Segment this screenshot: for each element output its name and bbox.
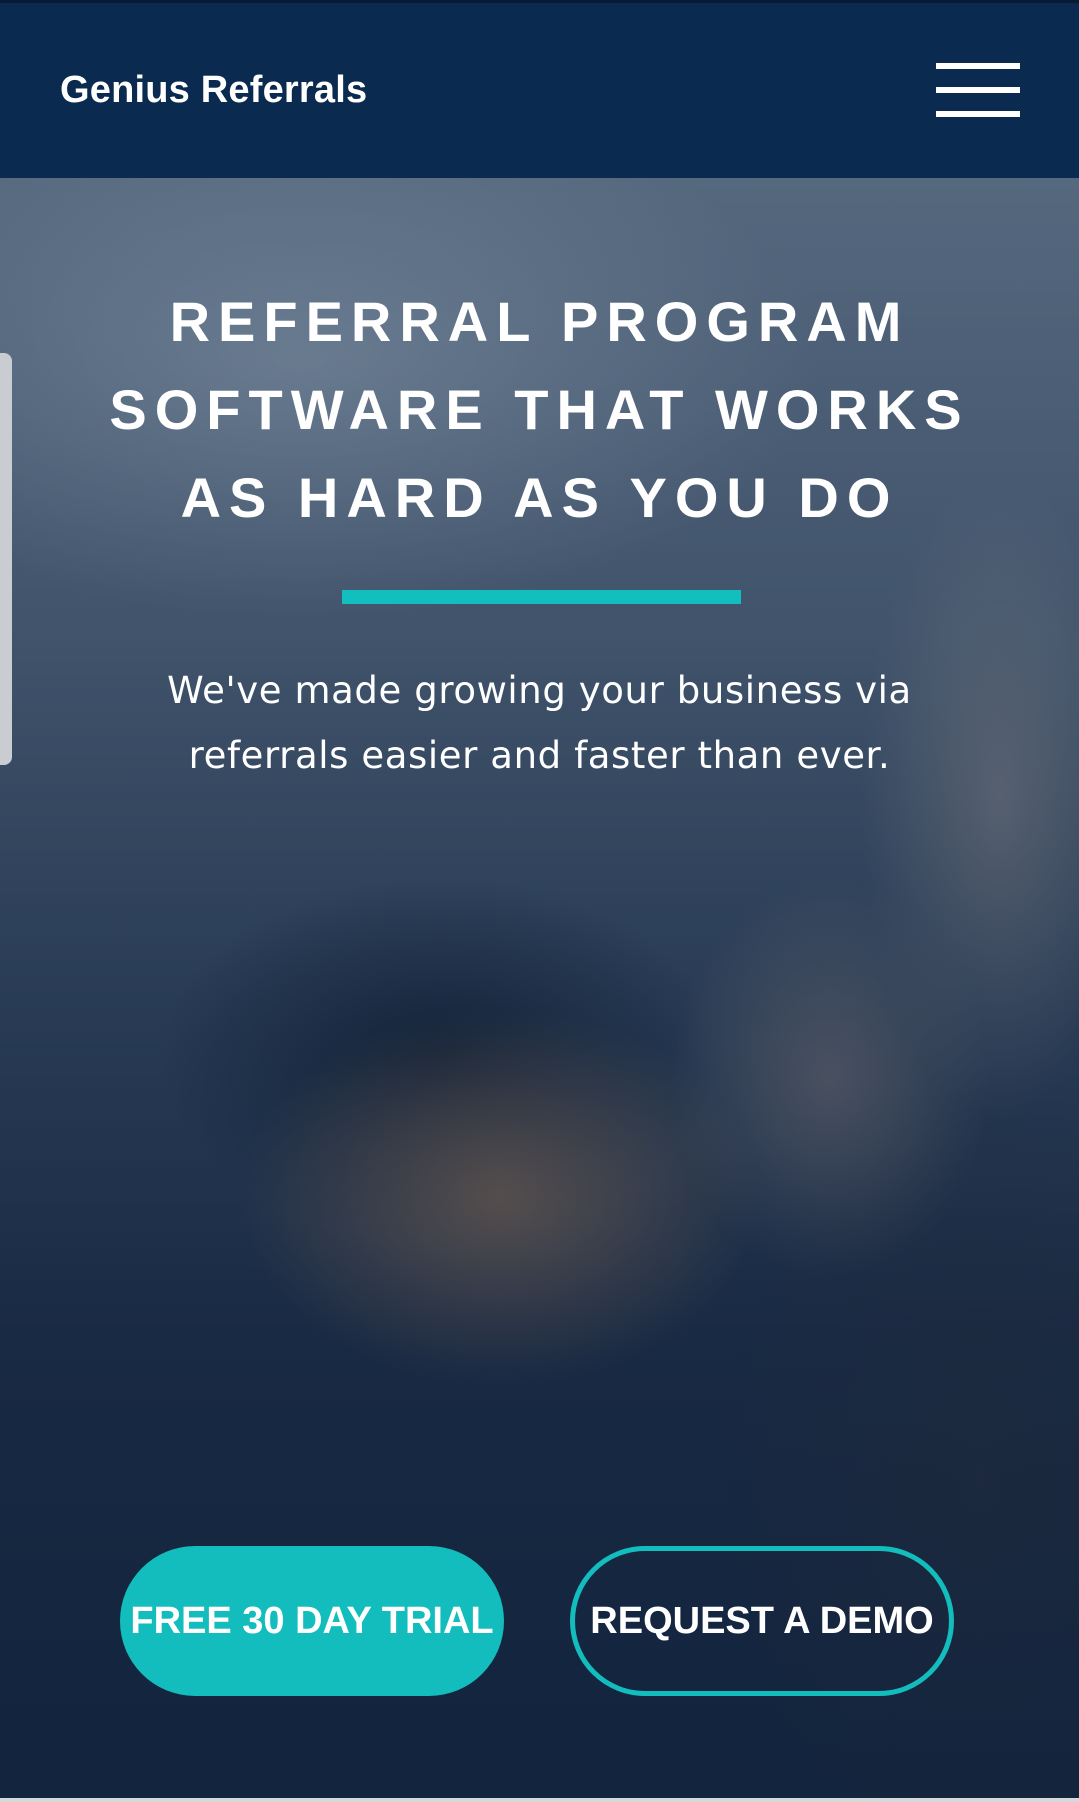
top-navigation-bar: Genius Referrals bbox=[0, 0, 1079, 178]
title-divider bbox=[342, 590, 741, 604]
hamburger-menu-icon[interactable] bbox=[932, 59, 1020, 123]
request-demo-button-label: REQUEST A DEMO bbox=[590, 1599, 934, 1642]
side-scroll-handle[interactable] bbox=[0, 353, 12, 765]
free-trial-button-label: FREE 30 DAY TRIAL bbox=[130, 1599, 494, 1642]
menu-bar-top bbox=[936, 63, 1020, 69]
hero-subtitle-line-2: referrals easier and faster than ever. bbox=[188, 734, 891, 777]
menu-bar-middle bbox=[936, 87, 1020, 93]
brand-logo-text[interactable]: Genius Referrals bbox=[60, 69, 367, 112]
hero-subtitle: We've made growing your business via ref… bbox=[120, 658, 959, 788]
request-demo-button[interactable]: REQUEST A DEMO bbox=[570, 1546, 954, 1696]
hero-subtitle-line-1: We've made growing your business via bbox=[167, 669, 912, 712]
hero-section: REFERRAL PROGRAM SOFTWARE THAT WORKS AS … bbox=[0, 178, 1079, 1800]
hero-title: REFERRAL PROGRAM SOFTWARE THAT WORKS AS … bbox=[40, 278, 1039, 542]
hero-title-line-2: SOFTWARE THAT WORKS bbox=[109, 378, 970, 441]
bottom-divider bbox=[0, 1798, 1079, 1802]
page: Genius Referrals REFERRAL PROGRAM SOFTWA… bbox=[0, 0, 1079, 1802]
free-trial-button[interactable]: FREE 30 DAY TRIAL bbox=[120, 1546, 504, 1696]
hero-title-line-3: AS HARD AS YOU DO bbox=[180, 466, 899, 529]
menu-bar-bottom bbox=[936, 111, 1020, 117]
hero-title-line-1: REFERRAL PROGRAM bbox=[169, 290, 910, 353]
